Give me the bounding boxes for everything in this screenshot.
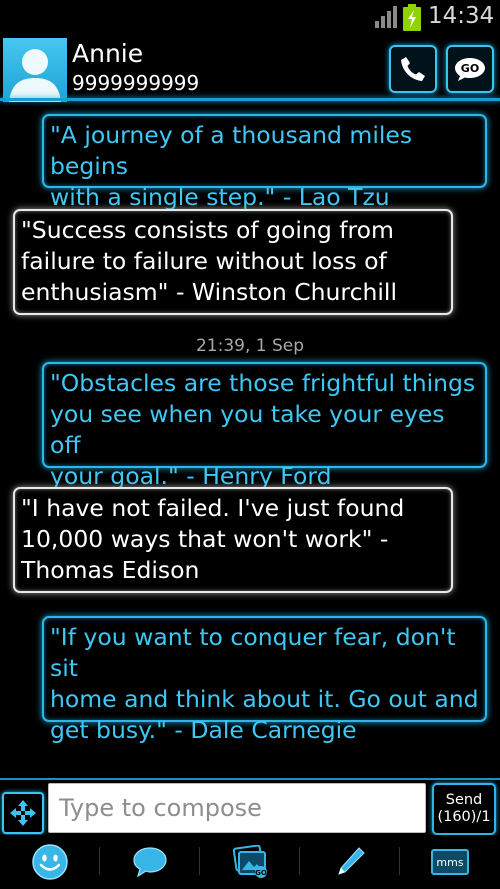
conversation-header: Annie 9999999999 GO	[0, 34, 500, 102]
message-bubble-outgoing[interactable]: "Obstacles are those frightful things yo…	[42, 362, 487, 490]
bottom-toolbar: GO mms	[0, 835, 500, 889]
go-button[interactable]: GO	[446, 45, 494, 93]
send-button[interactable]: Send (160)/1	[432, 783, 496, 835]
send-label: Send	[445, 792, 483, 808]
edit-button[interactable]	[300, 840, 400, 884]
phone-icon	[401, 57, 425, 81]
call-button[interactable]	[389, 45, 437, 93]
expand-arrows-icon	[10, 800, 36, 826]
quick-text-button[interactable]	[100, 840, 200, 884]
avatar[interactable]	[3, 38, 67, 102]
contact-silhouette-icon	[9, 49, 61, 102]
message-bubble-outgoing[interactable]: "If you want to conquer fear, don't sit …	[42, 616, 487, 744]
signal-icon	[375, 6, 397, 28]
status-bar: 14:34	[0, 0, 500, 34]
mms-icon: mms	[431, 849, 469, 875]
attach-picture-icon: GO	[232, 845, 267, 878]
compose-input[interactable]: Type to compose	[48, 783, 426, 833]
message-timestamp: 21:39, 1 Sep	[195, 336, 305, 356]
smiley-icon	[32, 844, 68, 880]
svg-text:GO: GO	[255, 869, 267, 877]
go-icon: GO	[455, 58, 485, 81]
char-counter: (160)/1	[437, 809, 491, 825]
message-bubble-incoming[interactable]: "I have not failed. I've just found 10,0…	[13, 487, 453, 593]
header-divider	[0, 98, 500, 101]
battery-charging-icon	[403, 4, 421, 31]
expand-button[interactable]	[2, 792, 44, 834]
speech-bubble-icon	[133, 847, 167, 878]
contact-number: 9999999999	[72, 71, 200, 95]
mms-label: mms	[436, 856, 463, 869]
pencil-icon	[338, 847, 365, 875]
emoji-button[interactable]	[0, 840, 100, 884]
contact-name: Annie	[72, 39, 144, 68]
mms-button[interactable]: mms	[400, 840, 500, 884]
message-bubble-outgoing[interactable]: "A journey of a thousand miles begins wi…	[42, 114, 487, 211]
compose-bar: Type to compose Send (160)/1	[0, 778, 500, 837]
svg-text:GO: GO	[461, 62, 479, 75]
attach-button[interactable]: GO	[200, 840, 300, 884]
status-time: 14:34	[428, 3, 495, 29]
message-bubble-incoming[interactable]: "Success consists of going from failure …	[13, 209, 453, 315]
